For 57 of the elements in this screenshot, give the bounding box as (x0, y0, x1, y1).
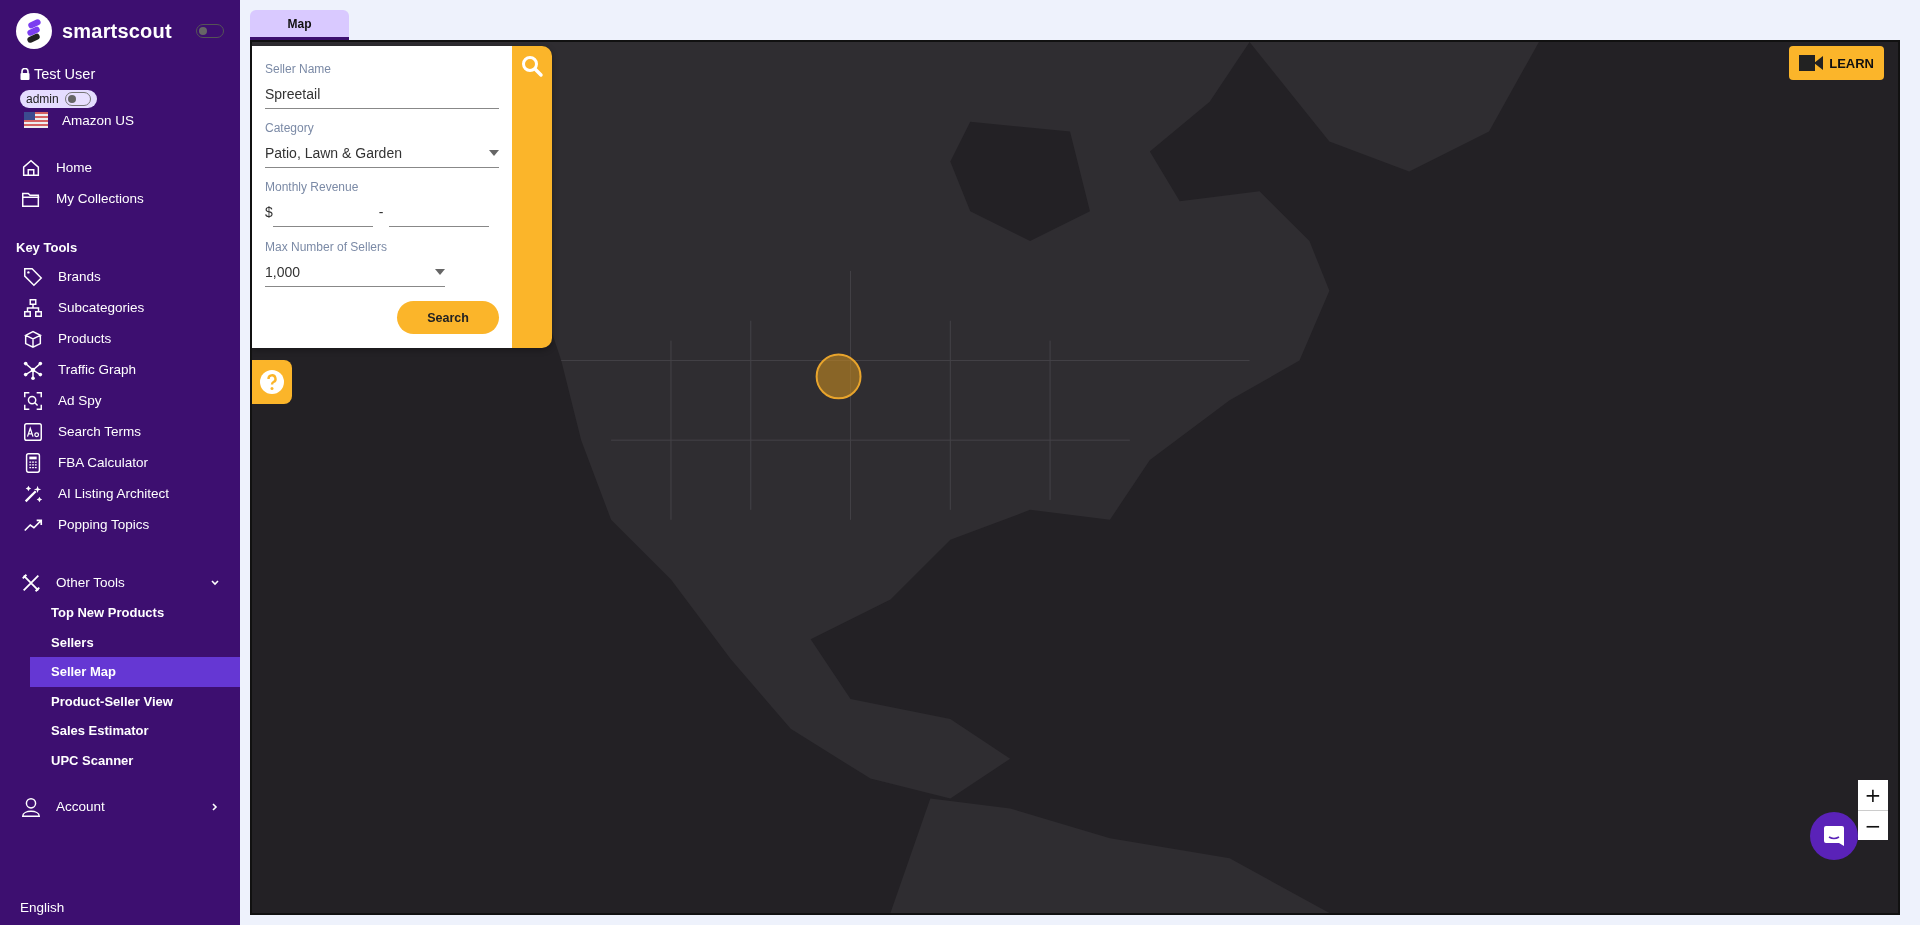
submenu-item[interactable]: Seller Map (30, 657, 240, 687)
chat-icon (1823, 825, 1845, 847)
admin-toggle[interactable]: admin (20, 90, 97, 108)
video-camera-icon (1799, 55, 1824, 71)
search-button[interactable]: Search (397, 301, 499, 334)
tag-icon (22, 265, 44, 288)
brand-name: smartscout (62, 19, 173, 43)
field-label: Seller Name (265, 62, 333, 76)
search-icon[interactable] (520, 54, 544, 78)
nav-link[interactable]: Products (58, 331, 112, 346)
nav-link[interactable]: Traffic Graph (58, 362, 137, 377)
seller-name-field[interactable]: Spreetail (265, 86, 499, 109)
nav-link[interactable]: Ad Spy (58, 393, 102, 408)
hierarchy-icon (22, 296, 44, 319)
lock-icon (20, 68, 30, 80)
dropdown-field[interactable]: 1,000 (265, 264, 445, 287)
range-separator: - (378, 204, 384, 220)
logo-icon (16, 13, 52, 49)
submenu-item[interactable]: UPC Scanner (30, 745, 240, 775)
dropdown-caret-icon (489, 150, 499, 156)
text-icon (22, 420, 44, 443)
learn-button[interactable]: LEARN (1789, 46, 1884, 80)
other-tools-menu[interactable]: Other Tools (0, 567, 240, 598)
us-flag-icon (24, 112, 48, 128)
nav-link[interactable]: Home (56, 160, 92, 175)
dropdown-caret-icon (435, 269, 445, 275)
submenu-item[interactable]: Sellers (30, 627, 240, 657)
scan-search-icon (22, 389, 44, 412)
account-menu[interactable]: Account (0, 791, 240, 822)
user-icon (20, 795, 42, 818)
nav-link[interactable]: FBA Calculator (58, 455, 149, 470)
user-name: Test User (34, 66, 96, 82)
currency-symbol: $ (265, 204, 273, 220)
submenu-item[interactable]: Top New Products (30, 598, 240, 628)
help-button[interactable] (252, 360, 292, 404)
nav-link[interactable]: My Collections (56, 191, 144, 206)
section-title: Key Tools (15, 239, 79, 257)
field-label: Monthly Revenue (265, 180, 360, 194)
chevron-icon (210, 801, 220, 812)
question-icon (260, 370, 284, 394)
field-label: Category (265, 121, 315, 135)
dropdown-field[interactable]: Patio, Lawn & Garden (265, 145, 499, 168)
nav-link[interactable]: Brands (58, 269, 101, 284)
nav-link[interactable]: Popping Topics (58, 517, 150, 532)
nav-link[interactable]: AI Listing Architect (58, 486, 170, 501)
admin-switch[interactable] (64, 92, 91, 106)
chevron-icon (210, 577, 220, 588)
language-label[interactable]: English (20, 900, 65, 915)
nav-link[interactable]: Search Terms (58, 424, 142, 439)
tab[interactable]: Map (250, 10, 349, 40)
marketplace-name: Amazon US (62, 112, 135, 128)
nav-link[interactable]: Subcategories (58, 300, 145, 315)
tools-icon (20, 571, 42, 594)
submenu-item[interactable]: Sales Estimator (30, 716, 240, 746)
field-label: Max Number of Sellers (265, 240, 389, 254)
zoom-out-button[interactable]: − (1858, 810, 1888, 840)
submenu-item[interactable]: Product-Seller View (30, 686, 240, 716)
